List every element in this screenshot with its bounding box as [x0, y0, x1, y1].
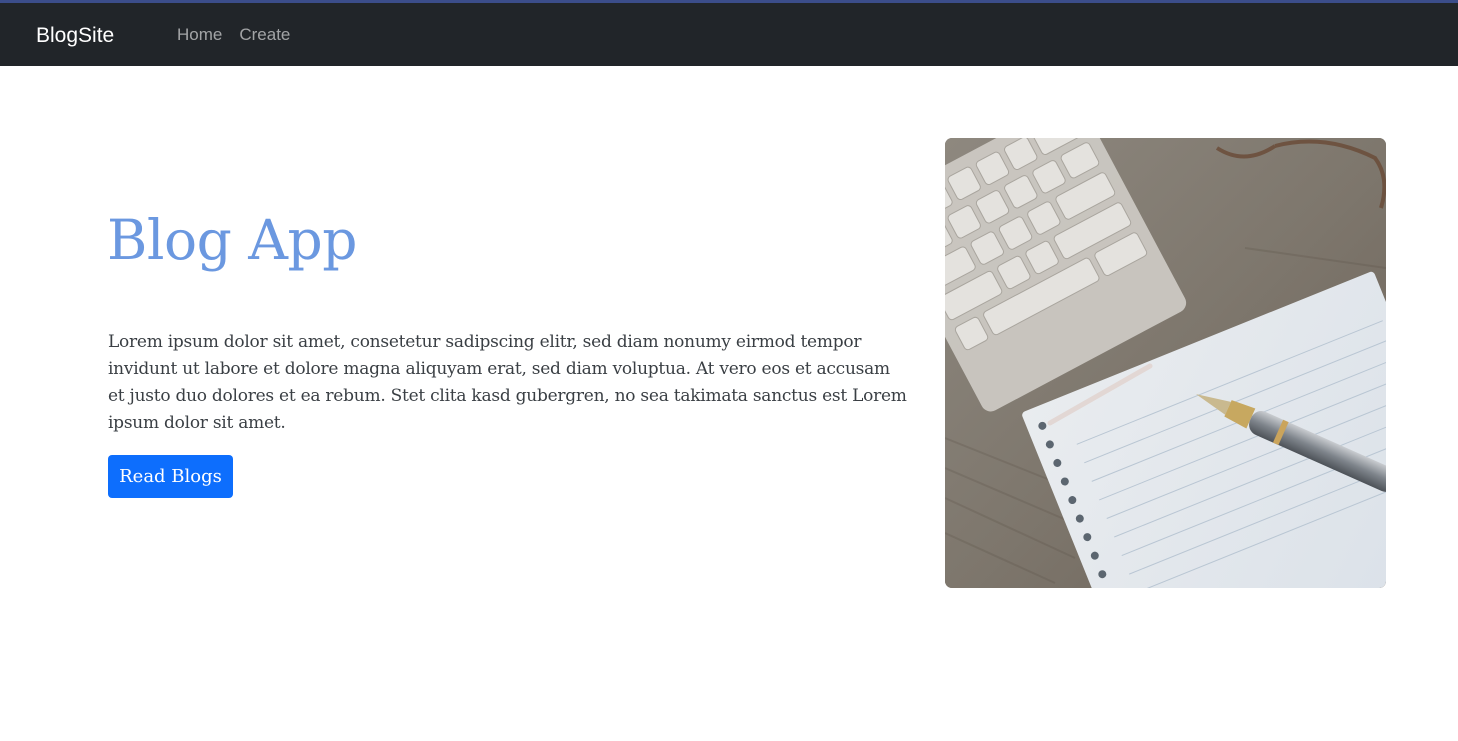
hero-image	[945, 138, 1386, 588]
navbar-brand[interactable]: BlogSite	[36, 23, 114, 49]
desk-notebook-pen-image	[945, 138, 1386, 588]
navbar: BlogSite Home Create	[0, 3, 1458, 66]
hero-description: Lorem ipsum dolor sit amet, consetetur s…	[108, 332, 907, 433]
nav-links: Home Create	[177, 24, 290, 46]
nav-link-home[interactable]: Home	[177, 24, 222, 46]
hero-title: Blog App	[107, 208, 357, 272]
read-blogs-button[interactable]: Read Blogs	[108, 455, 233, 498]
nav-link-create[interactable]: Create	[239, 24, 290, 46]
